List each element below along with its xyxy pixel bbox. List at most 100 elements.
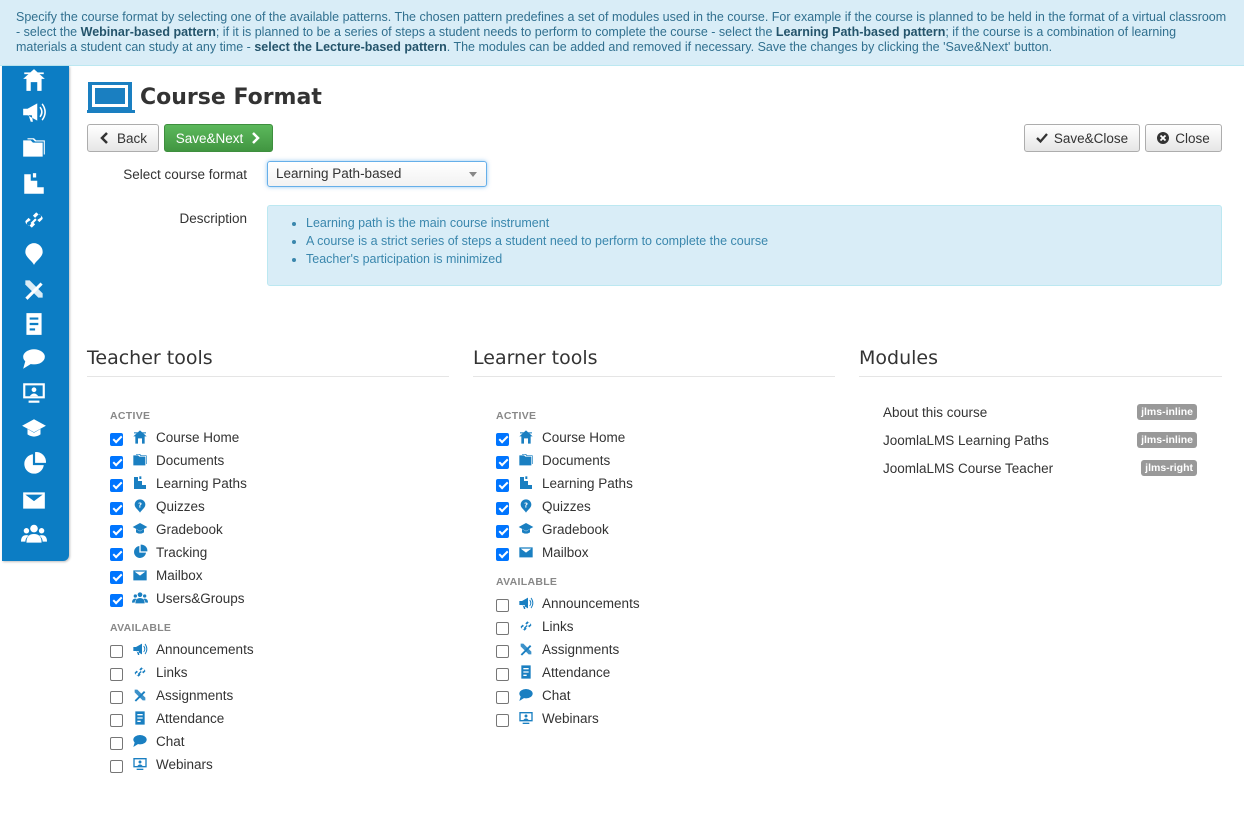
checkbox[interactable] — [496, 478, 509, 492]
learning-path-icon[interactable] — [20, 170, 48, 198]
description-item: A course is a strict series of steps a s… — [306, 232, 1201, 250]
checkbox[interactable] — [110, 432, 123, 446]
gradebook-icon — [132, 521, 148, 537]
checkbox[interactable] — [496, 455, 509, 469]
learner-tool-links[interactable]: Links — [496, 616, 574, 636]
tool-label: Attendance — [542, 664, 611, 680]
teacher-tool-documents[interactable]: Documents — [110, 450, 224, 470]
save-next-button[interactable]: Save&Next — [164, 124, 273, 152]
checkbox[interactable] — [496, 621, 509, 635]
tracking-icon — [132, 544, 148, 560]
tool-label: Attendance — [156, 710, 225, 726]
chat-icon[interactable] — [20, 345, 48, 373]
checkbox[interactable] — [110, 736, 123, 750]
learner-tool-gradebook[interactable]: Gradebook — [496, 519, 609, 539]
tool-label: Mailbox — [542, 544, 589, 560]
course-format-select[interactable]: Learning Path-based — [267, 161, 487, 187]
tool-label: Announcements — [542, 595, 640, 611]
module-label: JoomlaLMS Course Teacher — [883, 460, 1054, 476]
back-label: Back — [116, 130, 147, 146]
checkbox[interactable] — [110, 570, 123, 584]
learner-tool-assignments[interactable]: Assignments — [496, 639, 619, 659]
learner-tool-webinars[interactable]: Webinars — [496, 708, 599, 728]
learner-tool-course-home[interactable]: Course Home — [496, 427, 625, 447]
checkbox[interactable] — [496, 432, 509, 446]
save-close-label: Save&Close — [1053, 130, 1129, 146]
checkbox[interactable] — [110, 501, 123, 515]
home-icon[interactable] — [20, 66, 48, 94]
page-title: Course Format — [140, 84, 322, 110]
checkbox[interactable] — [110, 547, 123, 561]
learner-tool-announcements[interactable]: Announcements — [496, 593, 640, 613]
mailbox-icon — [518, 544, 534, 560]
attendance-icon[interactable] — [20, 310, 48, 338]
learner-tools-title: Learner tools — [473, 347, 598, 369]
back-button[interactable]: Back — [87, 124, 159, 152]
teacher-tool-learning-paths[interactable]: Learning Paths — [110, 473, 247, 493]
checkbox[interactable] — [496, 713, 509, 727]
folder-icon[interactable] — [20, 134, 48, 162]
save-close-button[interactable]: Save&Close — [1024, 124, 1140, 152]
megaphone-icon[interactable] — [20, 98, 48, 126]
checkbox[interactable] — [496, 501, 509, 515]
checkbox[interactable] — [496, 667, 509, 681]
tool-label: Webinars — [542, 710, 599, 726]
teacher-tool-mailbox[interactable]: Mailbox — [110, 565, 203, 585]
checkbox[interactable] — [496, 547, 509, 561]
checkbox[interactable] — [496, 598, 509, 612]
assignment-icon[interactable] — [20, 275, 48, 303]
teacher-tool-users-groups[interactable]: Users&Groups — [110, 588, 245, 608]
gradebook-icon[interactable] — [20, 415, 48, 443]
tracking-icon[interactable] — [20, 450, 48, 478]
attendance-icon — [132, 710, 148, 726]
learner-divider — [473, 376, 835, 377]
teacher-tool-chat[interactable]: Chat — [110, 731, 185, 751]
checkbox[interactable] — [110, 593, 123, 607]
teacher-tool-assignments[interactable]: Assignments — [110, 685, 233, 705]
teacher-tool-attendance[interactable]: Attendance — [110, 708, 224, 728]
learner-tool-attendance[interactable]: Attendance — [496, 662, 610, 682]
link-icon[interactable] — [20, 206, 48, 234]
webinar-icon[interactable] — [20, 379, 48, 407]
teacher-tool-webinars[interactable]: Webinars — [110, 754, 213, 774]
mailbox-icon[interactable] — [20, 486, 48, 514]
checkbox[interactable] — [110, 524, 123, 538]
checkbox[interactable] — [496, 690, 509, 704]
teacher-tool-quizzes[interactable]: Quizzes — [110, 496, 205, 516]
learner-tool-mailbox[interactable]: Mailbox — [496, 542, 589, 562]
main-content: Course Format Back Save&Next Save&Close … — [87, 66, 1222, 817]
description-item: Learning path is the main course instrum… — [306, 214, 1201, 232]
megaphone-icon — [132, 641, 148, 657]
instructions-bold-1: Webinar-based pattern — [80, 25, 216, 39]
gradebook-icon — [518, 521, 534, 537]
close-button[interactable]: Close — [1145, 124, 1222, 152]
checkbox[interactable] — [110, 455, 123, 469]
checkbox[interactable] — [110, 478, 123, 492]
checkbox[interactable] — [110, 690, 123, 704]
learner-tool-documents[interactable]: Documents — [496, 450, 610, 470]
learner-tool-chat[interactable]: Chat — [496, 685, 571, 705]
teacher-tool-tracking[interactable]: Tracking — [110, 542, 207, 562]
attendance-icon — [518, 664, 534, 680]
checkbox[interactable] — [110, 644, 123, 658]
tool-label: Links — [542, 618, 574, 634]
users-icon[interactable] — [20, 520, 48, 548]
teacher-tool-course-home[interactable]: Course Home — [110, 427, 239, 447]
checkbox[interactable] — [496, 524, 509, 538]
learning-path-icon — [518, 475, 534, 491]
instructions-text-4: . The modules can be added and removed i… — [446, 40, 1053, 54]
save-next-label: Save&Next — [175, 130, 244, 146]
tool-label: Assignments — [156, 687, 234, 703]
quiz-icon[interactable] — [20, 240, 48, 268]
checkbox[interactable] — [110, 667, 123, 681]
checkbox[interactable] — [496, 644, 509, 658]
learner-tool-learning-paths[interactable]: Learning Paths — [496, 473, 633, 493]
learner-tool-quizzes[interactable]: Quizzes — [496, 496, 591, 516]
tool-label: Announcements — [156, 641, 254, 657]
assignment-icon — [132, 687, 148, 703]
checkbox[interactable] — [110, 713, 123, 727]
teacher-tool-links[interactable]: Links — [110, 662, 188, 682]
checkbox[interactable] — [110, 759, 123, 773]
teacher-tool-gradebook[interactable]: Gradebook — [110, 519, 223, 539]
teacher-tool-announcements[interactable]: Announcements — [110, 639, 254, 659]
